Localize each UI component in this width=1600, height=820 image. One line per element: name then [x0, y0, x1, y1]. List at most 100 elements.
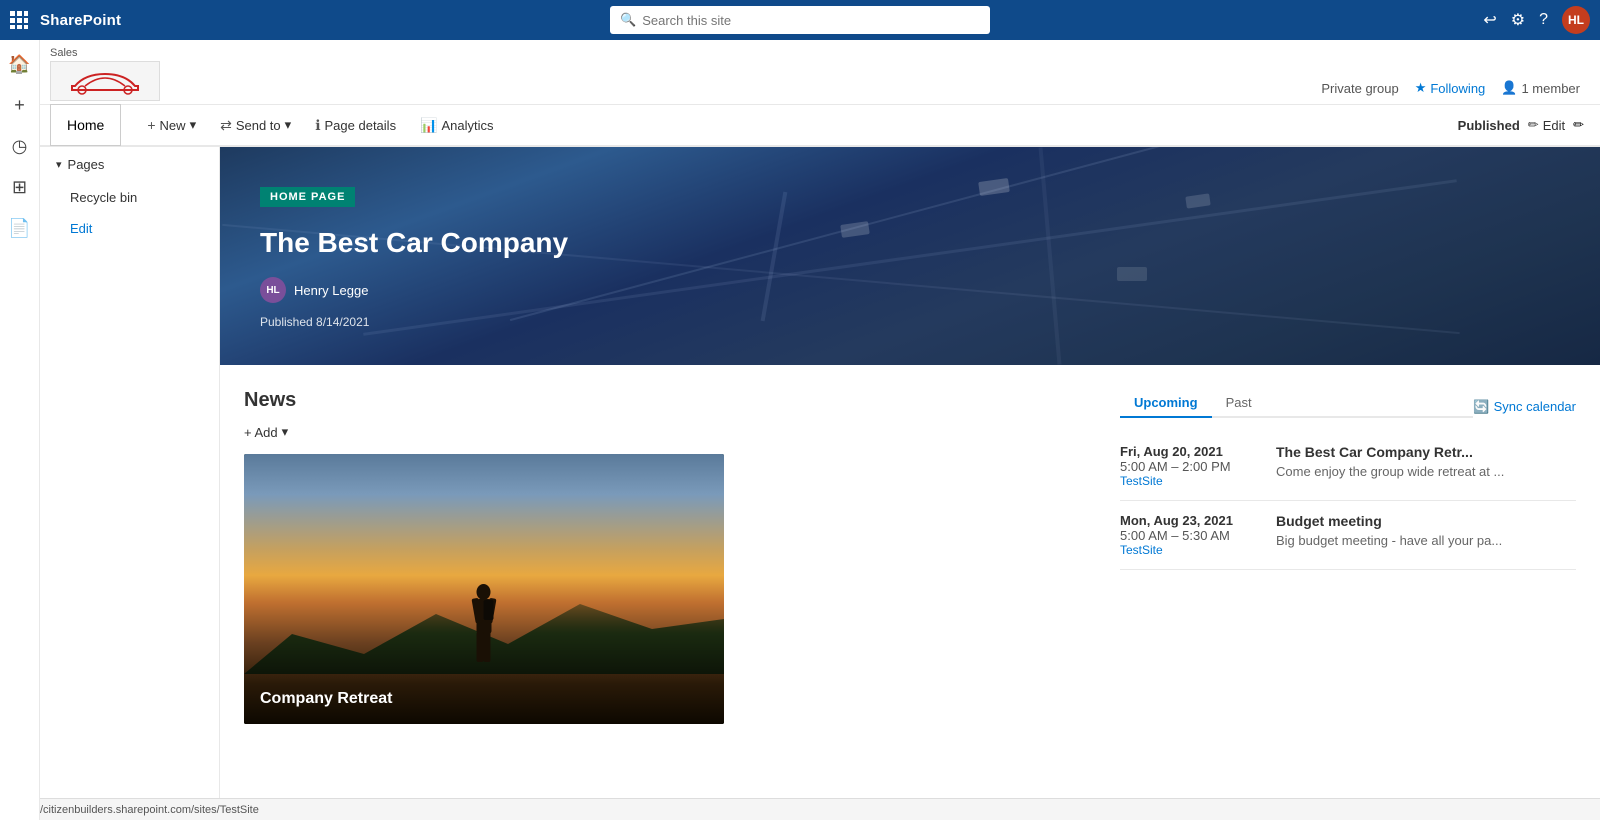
- toolbar-right: Published ✏ Edit ✏: [1458, 117, 1600, 133]
- info-icon: ℹ: [315, 117, 320, 134]
- help-icon[interactable]: ?: [1539, 11, 1548, 29]
- sync-calendar-button[interactable]: 🔄 Sync calendar: [1473, 399, 1576, 423]
- apps-icon[interactable]: ⊞: [6, 171, 33, 204]
- waffle-icon[interactable]: [10, 11, 28, 29]
- person-silhouette: [467, 584, 502, 669]
- settings-icon[interactable]: ⚙: [1511, 10, 1525, 30]
- edit-link[interactable]: Edit: [40, 213, 219, 244]
- analytics-label: Analytics: [442, 118, 494, 133]
- event-item: Fri, Aug 20, 2021 5:00 AM – 2:00 PM Test…: [1120, 432, 1576, 501]
- following-button[interactable]: ★ Following: [1415, 80, 1486, 96]
- event-site-link[interactable]: TestSite: [1120, 543, 1260, 557]
- site-header-strip: Sales Private group ★ Following 👤 1 memb…: [40, 40, 1600, 105]
- site-label: Sales: [50, 47, 78, 59]
- hero-author: HL Henry Legge: [260, 277, 368, 303]
- event-time: 5:00 AM – 5:30 AM: [1120, 528, 1260, 543]
- private-group-label: Private group: [1321, 81, 1398, 96]
- search-bar[interactable]: 🔍: [610, 6, 990, 34]
- home-nav-label: Home: [67, 117, 104, 133]
- event-date: Fri, Aug 20, 2021: [1120, 444, 1260, 459]
- event-title[interactable]: The Best Car Company Retr...: [1276, 444, 1576, 460]
- content-area: Sales Private group ★ Following 👤 1 memb…: [40, 40, 1600, 820]
- published-label: Published: [1458, 118, 1520, 133]
- toolbar-nav-bar: Home + New ▾ ⇄ Send to ▾ ℹ Page details …: [40, 105, 1600, 147]
- news-section: News + Add ▾: [220, 365, 1120, 724]
- edit-label: Edit: [1543, 118, 1565, 133]
- news-add-button[interactable]: + Add ▾: [244, 424, 1096, 440]
- pencil-icon: ✏: [1528, 117, 1539, 133]
- add-chevron-icon: ▾: [282, 424, 289, 440]
- edit-more-icon[interactable]: ✏: [1573, 117, 1584, 133]
- recycle-bin-link[interactable]: Recycle bin: [40, 182, 219, 213]
- main-layout: ▾ Pages Recycle bin Edit: [40, 147, 1600, 820]
- event-item: Mon, Aug 23, 2021 5:00 AM – 5:30 AM Test…: [1120, 501, 1576, 570]
- event-date: Mon, Aug 23, 2021: [1120, 513, 1260, 528]
- left-sidebar: 🏠 + ◷ ⊞ 📄: [0, 40, 40, 820]
- left-nav-pages-section[interactable]: ▾ Pages: [40, 147, 219, 182]
- pages-label: Pages: [68, 157, 105, 172]
- event-title[interactable]: Budget meeting: [1276, 513, 1576, 529]
- url-display: https://citizenbuilders.sharepoint.com/s…: [10, 804, 259, 816]
- sync-icon: 🔄: [1473, 399, 1489, 415]
- edit-nav-label: Edit: [70, 221, 92, 236]
- events-tabs: Upcoming Past: [1120, 389, 1473, 418]
- news-card-image: [244, 454, 724, 724]
- car-logo-svg: [60, 66, 150, 96]
- person-icon: 👤: [1501, 80, 1517, 96]
- author-avatar: HL: [260, 277, 286, 303]
- topbar: SharePoint 🔍 ↩ ⚙ ? HL: [0, 0, 1600, 40]
- status-bar: https://citizenbuilders.sharepoint.com/s…: [0, 798, 1600, 820]
- author-name: Henry Legge: [294, 283, 368, 298]
- site-info-right: Private group ★ Following 👤 1 member: [1321, 80, 1600, 104]
- send-chevron-icon: ▾: [285, 117, 292, 133]
- event-date-col: Mon, Aug 23, 2021 5:00 AM – 5:30 AM Test…: [1120, 513, 1260, 557]
- edit-button[interactable]: ✏ Edit: [1528, 117, 1565, 133]
- events-section: Upcoming Past 🔄 Sync calendar Fri, Aug 2…: [1120, 365, 1600, 724]
- following-label: Following: [1430, 81, 1485, 96]
- new-button[interactable]: + New ▾: [137, 113, 206, 137]
- site-logo-image: [50, 61, 160, 101]
- plus-icon: +: [147, 117, 155, 133]
- hero-section: HOME PAGE The Best Car Company HL Henry …: [220, 147, 1600, 820]
- sync-label: Sync calendar: [1494, 399, 1576, 414]
- left-nav-panel: ▾ Pages Recycle bin Edit: [40, 147, 220, 820]
- event-site-link[interactable]: TestSite: [1120, 474, 1260, 488]
- analytics-button[interactable]: 📊 Analytics: [410, 113, 503, 138]
- back-icon[interactable]: ↩: [1483, 10, 1496, 30]
- star-icon: ★: [1415, 80, 1427, 96]
- search-input[interactable]: [642, 13, 980, 28]
- hero-banner: HOME PAGE The Best Car Company HL Henry …: [220, 147, 1600, 365]
- app-brand: SharePoint: [40, 12, 121, 29]
- chart-icon: 📊: [420, 117, 437, 134]
- files-icon[interactable]: 📄: [2, 212, 36, 245]
- site-logo-panel: Sales: [40, 44, 230, 104]
- news-card[interactable]: Company Retreat: [244, 454, 724, 724]
- tab-past[interactable]: Past: [1212, 389, 1266, 418]
- hero-published: Published 8/14/2021: [260, 315, 369, 329]
- create-icon[interactable]: +: [8, 89, 31, 122]
- page-details-button[interactable]: ℹ Page details: [305, 113, 406, 138]
- news-card-title: Company Retreat: [260, 690, 392, 708]
- search-icon: 🔍: [620, 12, 636, 28]
- hero-tag: HOME PAGE: [260, 187, 355, 207]
- members-link[interactable]: 👤 1 member: [1501, 80, 1580, 96]
- avatar[interactable]: HL: [1562, 6, 1590, 34]
- home-nav-item[interactable]: Home: [50, 104, 121, 146]
- toolbar: + New ▾ ⇄ Send to ▾ ℹ Page details 📊 Ana…: [137, 113, 1457, 138]
- members-count: 1 member: [1521, 81, 1580, 96]
- new-label: New: [160, 118, 186, 133]
- topbar-right: ↩ ⚙ ? HL: [1483, 6, 1590, 34]
- hero-title: The Best Car Company: [260, 227, 568, 259]
- event-time: 5:00 AM – 2:00 PM: [1120, 459, 1260, 474]
- tab-upcoming[interactable]: Upcoming: [1120, 389, 1212, 418]
- home-icon[interactable]: 🏠: [2, 48, 36, 81]
- activity-icon[interactable]: ◷: [6, 130, 34, 163]
- news-events-row: News + Add ▾: [220, 365, 1600, 724]
- plus-icon: + Add: [244, 425, 278, 440]
- event-detail-col: Budget meeting Big budget meeting - have…: [1276, 513, 1576, 557]
- send-to-button[interactable]: ⇄ Send to ▾: [210, 113, 301, 138]
- caret-icon: ▾: [56, 158, 62, 171]
- event-date-col: Fri, Aug 20, 2021 5:00 AM – 2:00 PM Test…: [1120, 444, 1260, 488]
- new-chevron-icon: ▾: [190, 117, 197, 133]
- recycle-bin-label: Recycle bin: [70, 190, 137, 205]
